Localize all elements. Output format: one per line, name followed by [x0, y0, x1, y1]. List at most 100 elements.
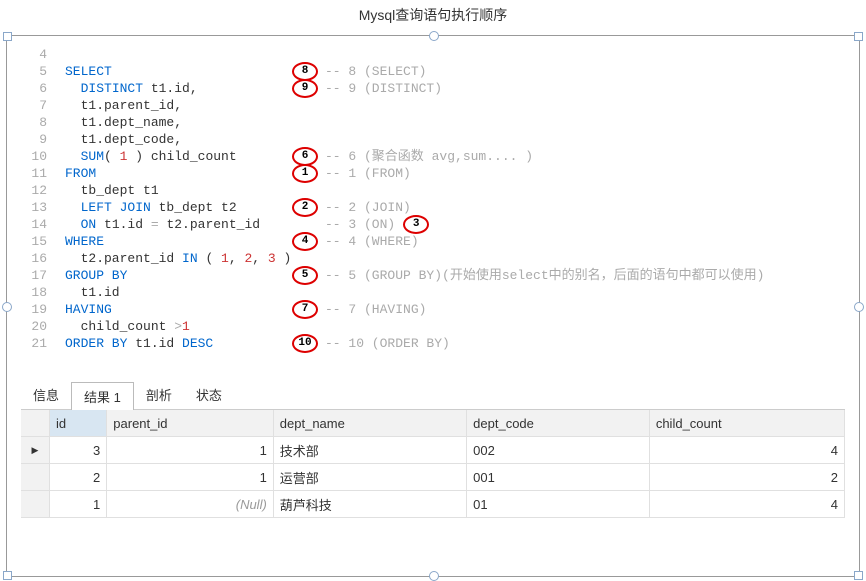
- code-line: 11FROM 1 -- 1 (FROM): [7, 165, 859, 182]
- code-comment: -- 3 (ON): [325, 216, 395, 233]
- order-badge: 1: [292, 164, 318, 183]
- code-comment: -- 5 (GROUP BY)(开始使用select中的别名，后面的语句中都可以…: [325, 267, 764, 284]
- code-text: GROUP BY: [65, 267, 285, 284]
- line-number: 13: [7, 199, 65, 216]
- cell-id: 1: [50, 491, 107, 518]
- badge-column: 9: [285, 79, 325, 98]
- tab-剖析[interactable]: 剖析: [134, 381, 184, 409]
- resize-handle-se[interactable]: [854, 571, 863, 580]
- cell-dept-code: 001: [467, 464, 650, 491]
- line-number: 18: [7, 284, 65, 301]
- order-badge: 2: [292, 198, 318, 217]
- code-comment: -- 7 (HAVING): [325, 301, 426, 318]
- badge-column: 2: [285, 198, 325, 217]
- badge-column: 1: [285, 164, 325, 183]
- order-badge: 9: [292, 79, 318, 98]
- line-number: 6: [7, 80, 65, 97]
- line-number: 8: [7, 114, 65, 131]
- line-number: 14: [7, 216, 65, 233]
- column-header[interactable]: id: [50, 410, 107, 437]
- cell-dept-code: 002: [467, 437, 650, 464]
- code-line: 16 t2.parent_id IN ( 1, 2, 3 ): [7, 250, 859, 267]
- cell-dept-code: 01: [467, 491, 650, 518]
- code-text: WHERE: [65, 233, 285, 250]
- code-editor: 45SELECT8-- 8 (SELECT)6 DISTINCT t1.id,9…: [7, 36, 859, 366]
- code-text: FROM: [65, 165, 285, 182]
- code-text: t1.parent_id,: [65, 97, 285, 114]
- column-header[interactable]: parent_id: [107, 410, 274, 437]
- code-line: 5SELECT8-- 8 (SELECT): [7, 63, 859, 80]
- table-row[interactable]: 1(Null)葫芦科技014: [21, 491, 845, 518]
- line-number: 16: [7, 250, 65, 267]
- line-number: 15: [7, 233, 65, 250]
- column-header[interactable]: child_count: [649, 410, 844, 437]
- column-header[interactable]: dept_code: [467, 410, 650, 437]
- code-line: 20 child_count >1: [7, 318, 859, 335]
- result-tabs: 信息结果 1剖析状态: [21, 381, 859, 409]
- line-number: 19: [7, 301, 65, 318]
- code-line: 9 t1.dept_code,: [7, 131, 859, 148]
- row-handle: ▶: [21, 437, 50, 464]
- code-line: 18 t1.id: [7, 284, 859, 301]
- code-line: 10 SUM( 1 ) child_count6-- 6 (聚合函数 avg,s…: [7, 148, 859, 165]
- code-comment: -- 6 (聚合函数 avg,sum.... ): [325, 148, 533, 165]
- code-text: DISTINCT t1.id,: [65, 80, 285, 97]
- code-line: 19HAVING7-- 7 (HAVING): [7, 301, 859, 318]
- cell-child-count: 4: [649, 437, 844, 464]
- column-header[interactable]: dept_name: [273, 410, 466, 437]
- cell-parent-id: 1: [107, 437, 274, 464]
- code-comment: -- 2 (JOIN): [325, 199, 411, 216]
- code-text: SELECT: [65, 63, 285, 80]
- row-handle-header: [21, 410, 50, 437]
- code-text: t2.parent_id IN ( 1, 2, 3 ): [65, 250, 285, 267]
- tab-信息[interactable]: 信息: [21, 381, 71, 409]
- table-row[interactable]: ▶31技术部0024: [21, 437, 845, 464]
- badge-column: 10: [285, 334, 325, 353]
- line-number: 5: [7, 63, 65, 80]
- page-title: Mysql查询语句执行顺序: [0, 0, 866, 35]
- code-line: 17GROUP BY 5 -- 5 (GROUP BY)(开始使用select中的别…: [7, 267, 859, 284]
- line-number: 20: [7, 318, 65, 335]
- cell-dept-name: 运营部: [273, 464, 466, 491]
- table-row[interactable]: 21运营部0012: [21, 464, 845, 491]
- badge-column: 4: [285, 232, 325, 251]
- tab-状态[interactable]: 状态: [184, 381, 234, 409]
- code-text: HAVING: [65, 301, 285, 318]
- order-badge: 4: [292, 232, 318, 251]
- resize-handle-sw[interactable]: [3, 571, 12, 580]
- order-badge: 10: [292, 334, 318, 353]
- code-text: LEFT JOIN tb_dept t2: [65, 199, 285, 216]
- code-comment: -- 1 (FROM): [325, 165, 411, 182]
- result-table-area: idparent_iddept_namedept_codechild_count…: [21, 409, 845, 518]
- line-number: 17: [7, 267, 65, 284]
- code-text: SUM( 1 ) child_count: [65, 148, 285, 165]
- code-text: t1.dept_name,: [65, 114, 285, 131]
- line-number: 7: [7, 97, 65, 114]
- code-comment: -- 9 (DISTINCT): [325, 80, 442, 97]
- cell-child-count: 2: [649, 464, 844, 491]
- code-line: 14 ON t1.id = t2.parent_id-- 3 (ON)3: [7, 216, 859, 233]
- code-line: 21ORDER BY t1.id DESC10-- 10 (ORDER BY): [7, 335, 859, 352]
- cell-parent-id: (Null): [107, 491, 274, 518]
- code-comment: -- 10 (ORDER BY): [325, 335, 450, 352]
- line-number: 9: [7, 131, 65, 148]
- content-frame: 45SELECT8-- 8 (SELECT)6 DISTINCT t1.id,9…: [6, 35, 860, 577]
- code-line: 15WHERE 4 -- 4 (WHERE): [7, 233, 859, 250]
- code-text: tb_dept t1: [65, 182, 285, 199]
- code-text: ON t1.id = t2.parent_id: [65, 216, 285, 233]
- line-number: 21: [7, 335, 65, 352]
- order-badge: 5: [292, 266, 318, 285]
- code-line: 8 t1.dept_name,: [7, 114, 859, 131]
- code-line: 4: [7, 46, 859, 63]
- line-number: 10: [7, 148, 65, 165]
- tab-结果 1[interactable]: 结果 1: [71, 382, 134, 410]
- badge-column: 5: [285, 266, 325, 285]
- code-line: 7 t1.parent_id,: [7, 97, 859, 114]
- line-number: 11: [7, 165, 65, 182]
- cell-dept-name: 葫芦科技: [273, 491, 466, 518]
- row-handle: [21, 491, 50, 518]
- badge-column: 7: [285, 300, 325, 319]
- result-table: idparent_iddept_namedept_codechild_count…: [21, 410, 845, 518]
- code-comment: -- 4 (WHERE): [325, 233, 419, 250]
- cell-parent-id: 1: [107, 464, 274, 491]
